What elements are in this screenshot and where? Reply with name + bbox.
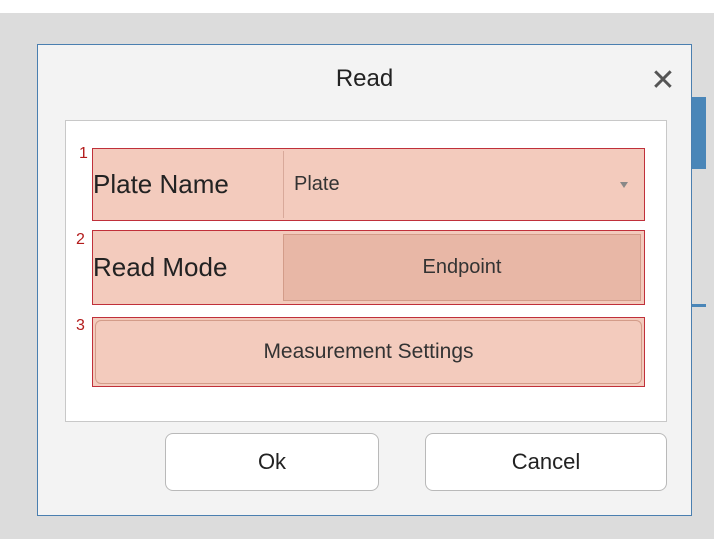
read-mode-button[interactable]: Endpoint — [283, 234, 641, 301]
cancel-button[interactable]: Cancel — [425, 433, 667, 491]
ok-button[interactable]: Ok — [165, 433, 379, 491]
marker-number-1: 1 — [79, 145, 88, 162]
settings-panel: 1 Plate Name Plate 2 Read Mode Endpoint … — [65, 120, 667, 422]
dialog-title: Read — [335, 65, 394, 92]
measurement-settings-button[interactable]: Measurement Settings — [95, 320, 642, 384]
close-icon[interactable]: ✕ — [649, 66, 677, 96]
read-mode-row: Read Mode Endpoint — [92, 230, 645, 305]
background-window-divider — [692, 304, 706, 307]
background-window-accent — [692, 97, 706, 169]
marker-number-3: 3 — [76, 317, 85, 334]
plate-name-label: Plate Name — [93, 169, 229, 199]
plate-name-dropdown[interactable]: Plate — [283, 151, 642, 218]
plate-name-row: Plate Name Plate — [92, 148, 645, 221]
read-mode-label: Read Mode — [93, 252, 228, 282]
read-dialog: Read ✕ 1 Plate Name Plate 2 Read Mode En… — [37, 44, 692, 516]
marker-number-2: 2 — [76, 231, 85, 248]
measurement-settings-row: Measurement Settings — [92, 317, 645, 387]
plate-name-value: Plate — [294, 173, 340, 195]
chevron-down-icon — [620, 181, 628, 188]
